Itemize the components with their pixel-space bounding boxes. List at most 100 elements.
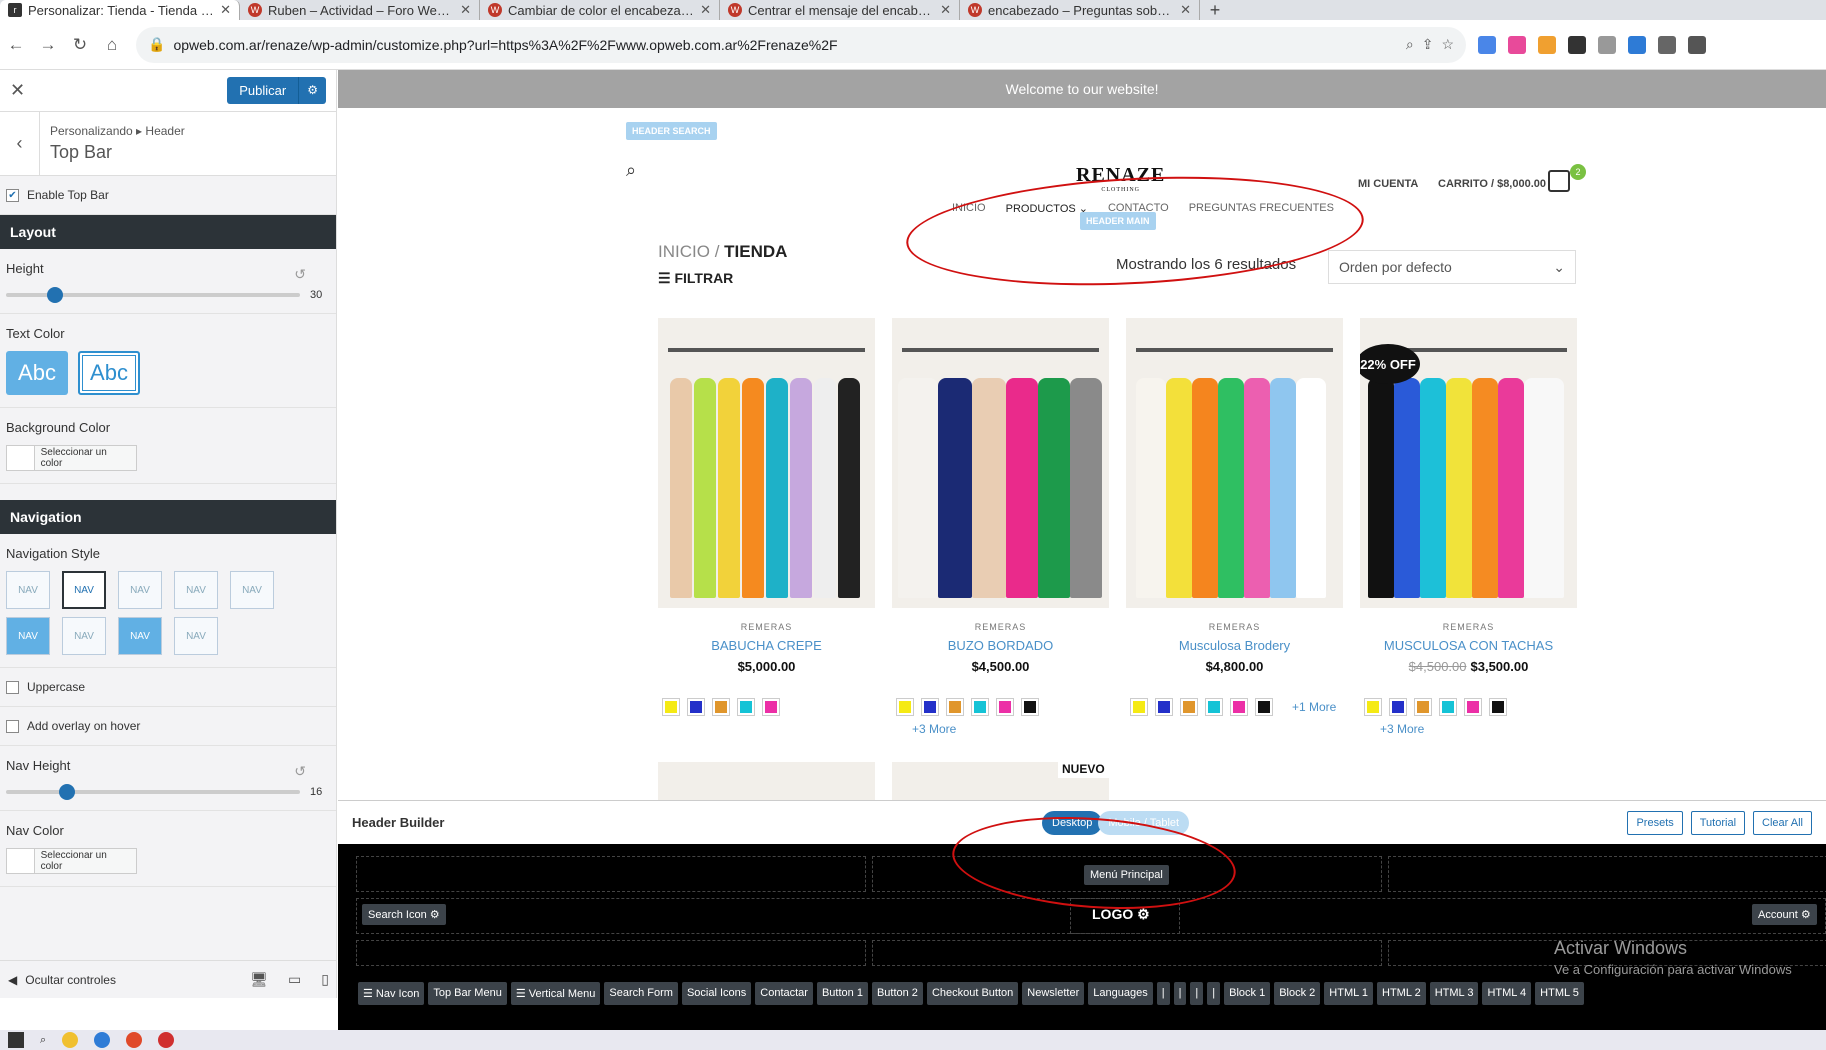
swatch[interactable] (896, 698, 914, 716)
nav-style-option[interactable]: NAV (6, 571, 50, 609)
tablet-preview-icon[interactable]: ▭ (288, 971, 301, 988)
builder-element-chip[interactable]: Button 2 (871, 982, 923, 1005)
drop-zone[interactable] (872, 940, 1382, 966)
close-tab-icon[interactable]: ✕ (700, 2, 711, 18)
product-name[interactable]: BABUCHA CREPE (658, 638, 875, 653)
swatch[interactable] (737, 698, 755, 716)
search-icon-chip[interactable]: Search Icon ⚙ (362, 904, 446, 925)
browser-tab-4[interactable]: Wencabezado – Preguntas sobre W ✕ (960, 0, 1200, 20)
close-icon[interactable]: ✕ (10, 80, 25, 101)
drop-zone[interactable] (356, 940, 866, 966)
drop-zone[interactable] (1388, 856, 1826, 892)
more-colors-link[interactable]: +3 More (1380, 722, 1577, 736)
gear-icon[interactable]: ⚙ (430, 909, 440, 921)
nav-style-option-selected[interactable]: NAV (62, 571, 106, 609)
breadcrumb-inicio[interactable]: INICIO (658, 242, 710, 261)
text-color-light-option[interactable]: Abc (6, 351, 68, 395)
builder-element-chip[interactable]: Social Icons (681, 982, 752, 1005)
my-account-link[interactable]: MI CUENTA (1358, 178, 1418, 190)
hide-controls-link[interactable]: Ocultar controles (25, 973, 116, 987)
chrome-icon[interactable] (126, 1032, 143, 1048)
builder-element-chip[interactable]: HTML 5 (1535, 982, 1584, 1005)
nav-style-option[interactable]: NAV (6, 617, 50, 655)
new-tab-icon[interactable]: + (1200, 0, 1230, 20)
product-card[interactable]: REMERAS BUZO BORDADO $4,500.00 +3 More (892, 318, 1109, 736)
back-arrow-icon[interactable]: ← (0, 35, 32, 55)
product-name[interactable]: Musculosa Brodery (1126, 638, 1343, 653)
desktop-preview-icon[interactable]: 🖥 (250, 971, 268, 988)
checkmark-icon[interactable]: ✔ (6, 188, 19, 202)
extension-icon[interactable] (1538, 35, 1556, 54)
slider-thumb[interactable] (47, 287, 64, 303)
publish-button[interactable]: Publicar (227, 77, 299, 104)
mobile-preview-icon[interactable]: ▯ (321, 971, 329, 988)
builder-element-chip[interactable]: Top Bar Menu (428, 982, 507, 1005)
nav-height-slider[interactable] (6, 784, 300, 800)
share-icon[interactable]: ⇪ (1422, 36, 1434, 53)
reload-icon[interactable]: ↻ (64, 35, 96, 55)
gear-icon[interactable]: ⚙ (1801, 909, 1811, 921)
nav-style-option[interactable]: NAV (174, 571, 218, 609)
reset-icon[interactable]: ↺ (6, 266, 330, 283)
swatch[interactable] (1364, 698, 1382, 716)
swatch[interactable] (996, 698, 1014, 716)
color-swatch[interactable] (7, 849, 35, 873)
collapse-icon[interactable]: ◀ (8, 973, 17, 987)
more-colors-link[interactable]: +1 More (1292, 700, 1336, 714)
swatch[interactable] (1255, 698, 1273, 716)
nav-style-option[interactable]: NAV (230, 571, 274, 609)
tutorial-button[interactable]: Tutorial (1690, 810, 1746, 835)
app-icon[interactable] (158, 1032, 175, 1048)
sort-select[interactable]: Orden por defecto ⌄ (1328, 250, 1576, 284)
builder-element-chip[interactable]: ☰ Nav Icon (358, 982, 425, 1005)
browser-tab-1[interactable]: W Ruben – Actividad – Foro Weben ✕ (240, 0, 480, 20)
product-card[interactable]: 22% OFF REMERAS MUSCULOSA CON TACHAS $4,… (1360, 318, 1577, 736)
browser-icon[interactable] (94, 1032, 111, 1048)
swatch[interactable] (1155, 698, 1173, 716)
swatch[interactable] (1130, 698, 1148, 716)
builder-element-chip[interactable]: HTML 1 (1324, 982, 1374, 1005)
builder-element-chip[interactable]: | (1190, 982, 1204, 1005)
clear-all-button[interactable]: Clear All (1753, 810, 1812, 835)
product-image-partial[interactable] (658, 762, 875, 800)
account-chip[interactable]: Account ⚙ (1752, 904, 1817, 925)
zoom-icon[interactable]: ⌕ (1406, 36, 1414, 53)
swatch[interactable] (687, 698, 705, 716)
more-colors-link[interactable]: +3 More (912, 722, 1109, 736)
product-image[interactable] (1126, 318, 1343, 608)
builder-element-chip[interactable]: Search Form (604, 982, 678, 1005)
presets-button[interactable]: Presets (1627, 810, 1683, 835)
slider-thumb[interactable] (58, 784, 75, 800)
folder-icon[interactable] (62, 1032, 79, 1048)
chevron-left-icon[interactable]: ‹ (0, 112, 40, 175)
extension-icon[interactable] (1478, 35, 1496, 54)
swatch[interactable] (946, 698, 964, 716)
nav-style-option[interactable]: NAV (62, 617, 106, 655)
swatch[interactable] (971, 698, 989, 716)
puzzle-icon[interactable] (1658, 35, 1676, 54)
swatch[interactable] (1489, 698, 1507, 716)
shopping-bag-icon[interactable] (1548, 170, 1570, 192)
product-image[interactable] (658, 318, 875, 608)
lock-icon[interactable]: 🔒 (148, 36, 165, 53)
browser-tab-2[interactable]: W Cambiar de color el encabezado ✕ (480, 0, 720, 20)
product-image[interactable]: 22% OFF (1360, 318, 1577, 608)
browser-tab-0[interactable]: r Personalizar: Tienda - Tienda Onl ✕ (0, 0, 240, 20)
publish-settings-gear-icon[interactable]: ⚙ (298, 77, 326, 104)
builder-element-chip[interactable]: Newsletter (1022, 982, 1085, 1005)
overlay-hover-checkbox[interactable]: Add overlay on hover (6, 719, 330, 733)
swatch[interactable] (762, 698, 780, 716)
text-color-dark-option[interactable]: Abc (78, 351, 140, 395)
omnibox[interactable]: 🔒 opweb.com.ar/renaze/wp-admin/customize… (136, 26, 1466, 63)
color-swatch[interactable] (7, 446, 35, 470)
builder-element-chip[interactable]: Block 2 (1274, 982, 1321, 1005)
swatch[interactable] (1180, 698, 1198, 716)
close-tab-icon[interactable]: ✕ (460, 2, 471, 18)
enable-top-bar-checkbox[interactable]: ✔ Enable Top Bar (6, 188, 330, 202)
extension-icon[interactable] (1508, 35, 1526, 54)
drop-zone[interactable] (356, 856, 866, 892)
product-card[interactable]: REMERAS Musculosa Brodery $4,800.00 +1 M… (1126, 318, 1343, 736)
builder-element-chip[interactable]: | (1207, 982, 1221, 1005)
browser-tab-3[interactable]: W Centrar el mensaje del encabeza ✕ (720, 0, 960, 20)
search-icon[interactable]: ⌕ (40, 1034, 46, 1047)
